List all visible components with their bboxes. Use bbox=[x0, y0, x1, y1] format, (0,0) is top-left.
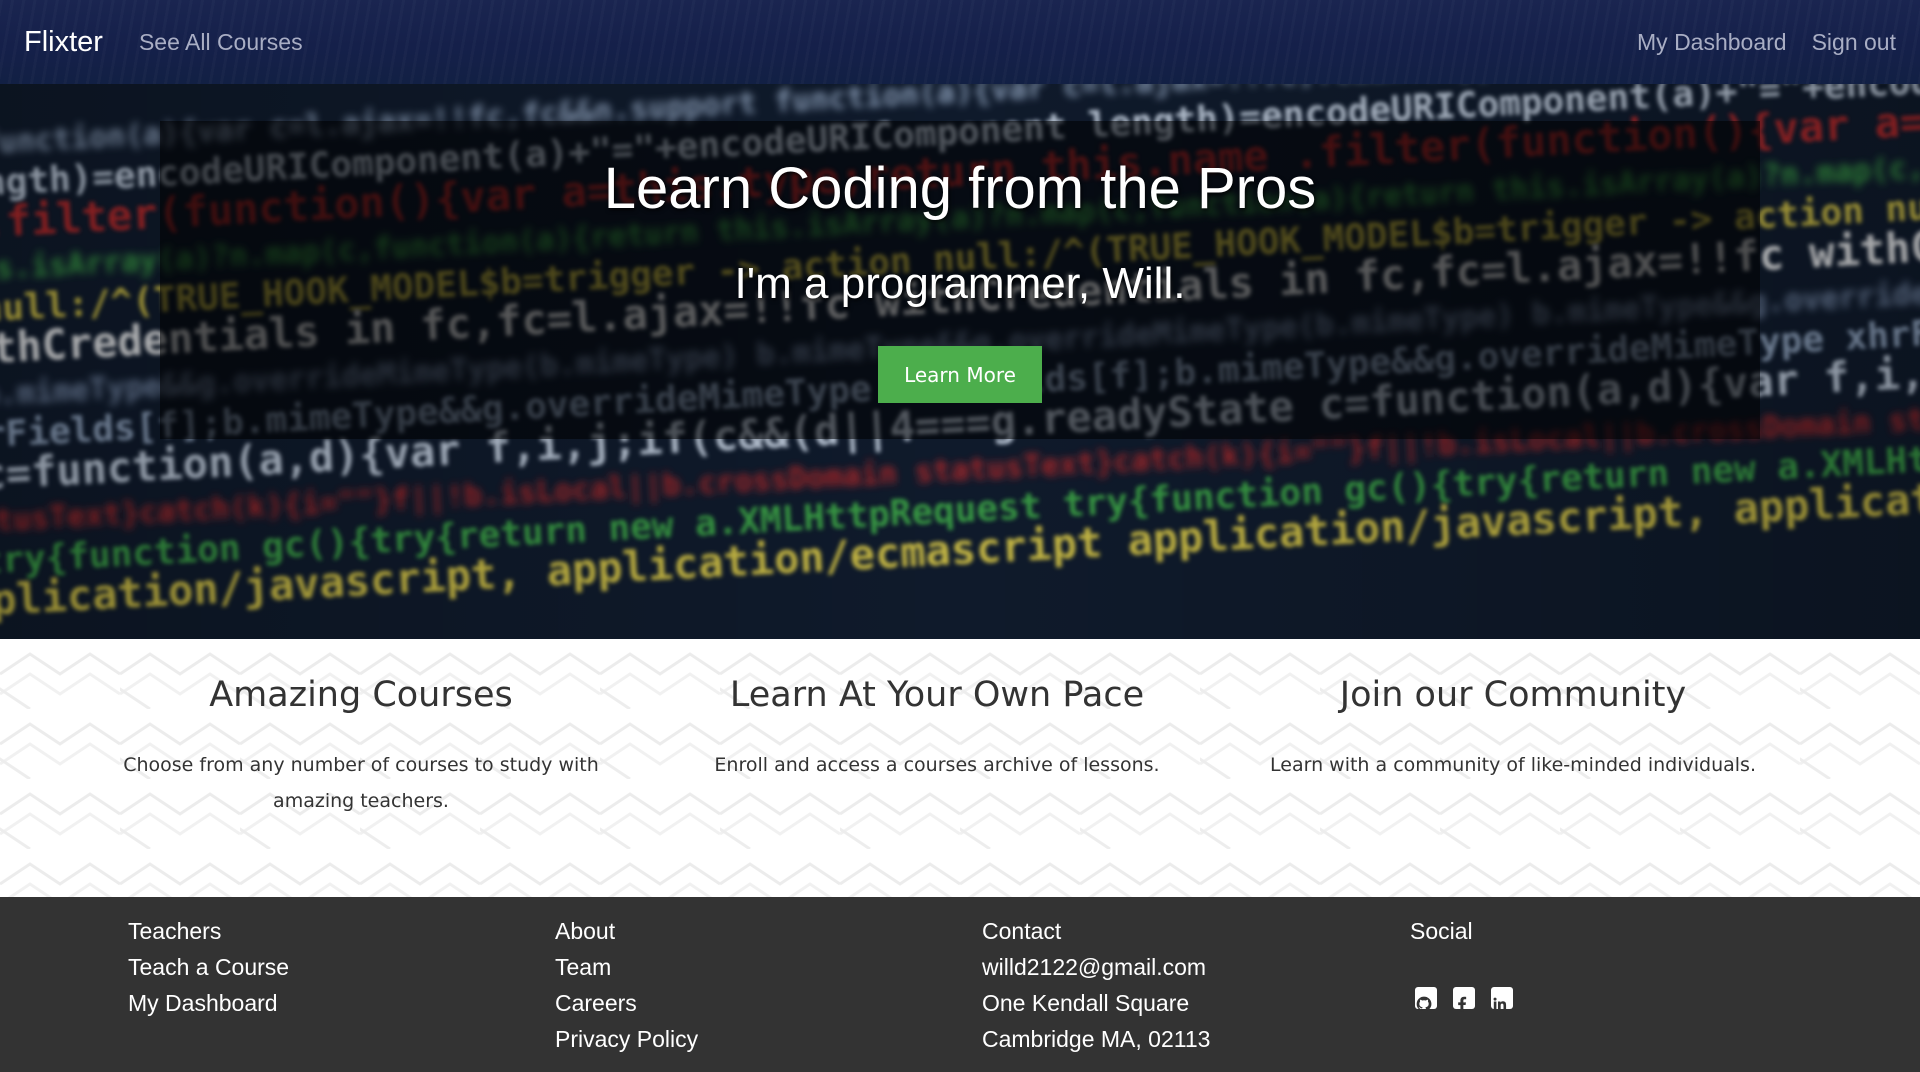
footer-heading-teachers: Teachers bbox=[128, 918, 222, 944]
feature-text: Learn with a community of like-minded in… bbox=[1270, 754, 1756, 776]
learn-more-button[interactable]: Learn More bbox=[878, 346, 1042, 403]
feature-title: Amazing Courses bbox=[209, 675, 513, 715]
footer-heading-contact: Contact bbox=[982, 918, 1062, 944]
feature-amazing-courses: Amazing Courses Choose from any number o… bbox=[81, 639, 641, 819]
hero-subtitle: I'm a programmer, Will. bbox=[734, 259, 1186, 308]
nav-my-dashboard[interactable]: My Dashboard bbox=[1637, 29, 1787, 56]
social-icons bbox=[1415, 987, 1513, 1012]
nav-sign-out[interactable]: Sign out bbox=[1812, 29, 1896, 56]
facebook-icon[interactable] bbox=[1453, 987, 1475, 1012]
footer-contact-column: Contact willd2122@gmail.com One Kendall … bbox=[982, 913, 1210, 1057]
brand-logo[interactable]: Flixter bbox=[24, 26, 103, 59]
footer: Teachers Teach a Course My Dashboard Abo… bbox=[0, 897, 1920, 1072]
feature-title: Learn At Your Own Pace bbox=[729, 675, 1145, 715]
hero-panel: Learn Coding from the Pros I'm a program… bbox=[160, 121, 1760, 439]
hero-title: Learn Coding from the Pros bbox=[603, 156, 1317, 221]
feature-own-pace: Learn At Your Own Pace Enroll and access… bbox=[657, 639, 1217, 783]
feature-text: Enroll and access a courses archive of l… bbox=[714, 754, 1160, 776]
navbar: Flixter See All Courses My Dashboard Sig… bbox=[0, 0, 1920, 84]
footer-link-my-dashboard[interactable]: My Dashboard bbox=[128, 985, 289, 1021]
footer-link-careers[interactable]: Careers bbox=[555, 985, 698, 1021]
footer-link-teach-course[interactable]: Teach a Course bbox=[128, 949, 289, 985]
footer-link-team[interactable]: Team bbox=[555, 949, 698, 985]
github-icon[interactable] bbox=[1415, 987, 1437, 1011]
footer-about-column: About Team Careers Privacy Policy bbox=[555, 913, 698, 1057]
footer-heading-about: About bbox=[555, 918, 616, 944]
feature-text: Choose from any number of courses to stu… bbox=[123, 754, 599, 812]
feature-title: Join our Community bbox=[1339, 675, 1687, 715]
features-section: Amazing Courses Choose from any number o… bbox=[0, 639, 1920, 897]
feature-community: Join our Community Learn with a communit… bbox=[1233, 639, 1793, 783]
hero-banner: function(a){var c=l.ajax=!!fc,fc&&n.supp… bbox=[0, 84, 1920, 639]
footer-link-privacy-policy[interactable]: Privacy Policy bbox=[555, 1021, 698, 1057]
footer-heading-social: Social bbox=[1410, 918, 1473, 944]
footer-address-line2: Cambridge MA, 02113 bbox=[982, 1026, 1211, 1052]
nav-right: My Dashboard Sign out bbox=[1637, 29, 1896, 56]
nav-see-all-courses[interactable]: See All Courses bbox=[139, 29, 303, 56]
footer-contact-email[interactable]: willd2122@gmail.com bbox=[982, 949, 1210, 985]
linkedin-icon[interactable] bbox=[1491, 987, 1513, 1010]
footer-address-line1: One Kendall Square bbox=[982, 990, 1190, 1016]
footer-teachers-column: Teachers Teach a Course My Dashboard bbox=[128, 913, 289, 1021]
footer-social-column: Social bbox=[1410, 913, 1513, 1012]
